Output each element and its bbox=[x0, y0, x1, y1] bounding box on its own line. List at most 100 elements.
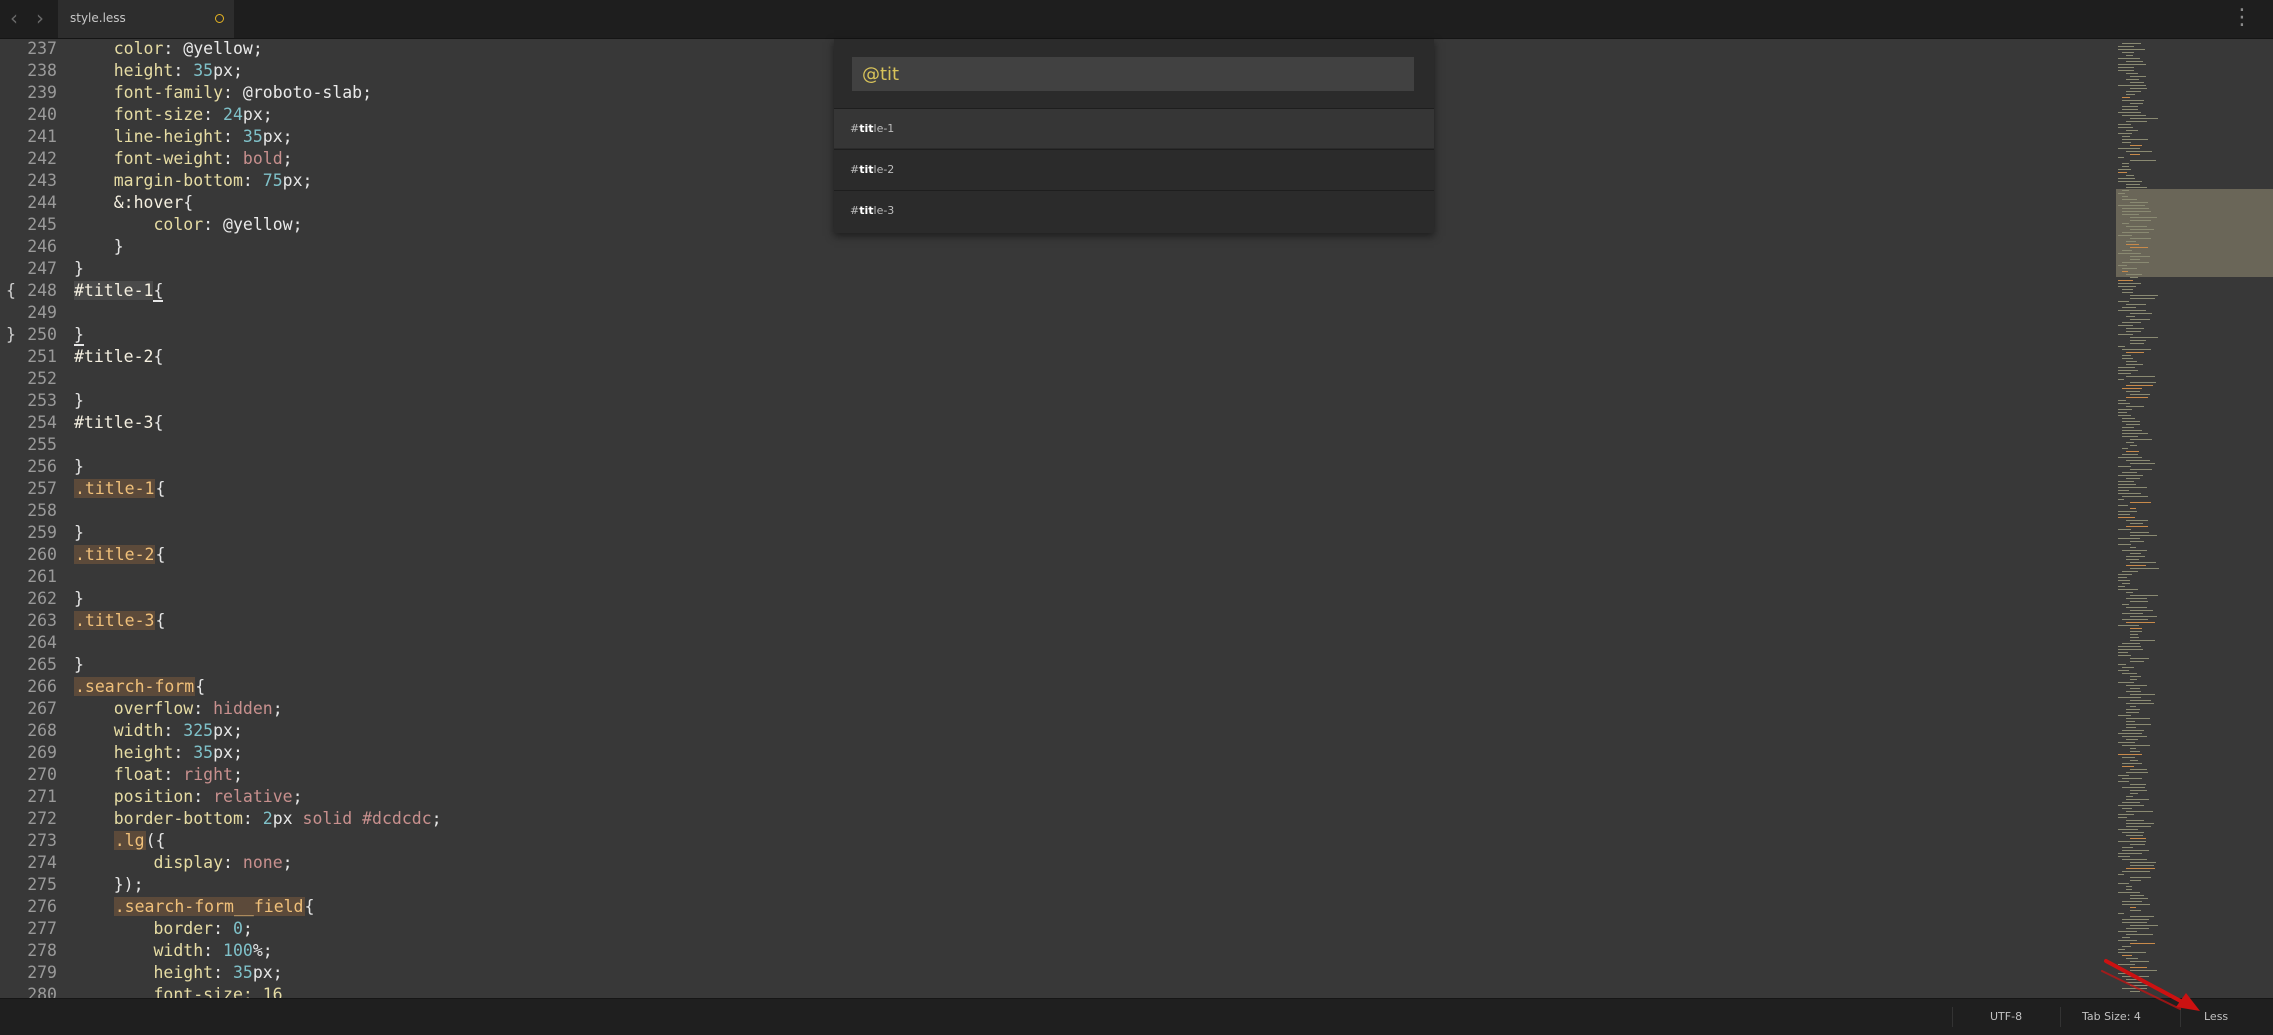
line-number: 269 bbox=[27, 743, 57, 762]
minimap-line bbox=[2118, 655, 2131, 656]
code-text: } bbox=[74, 258, 84, 280]
code-token: width bbox=[113, 721, 164, 740]
minimap-line bbox=[2118, 697, 2141, 698]
minimap-line bbox=[2126, 721, 2135, 722]
code-token: overflow bbox=[113, 699, 194, 718]
minimap-line bbox=[2122, 421, 2140, 422]
code-text: display: none; bbox=[74, 852, 292, 874]
minimap-line bbox=[2122, 550, 2147, 551]
minimap-line bbox=[2126, 889, 2132, 890]
goto-result-1[interactable]: #title-1 bbox=[834, 108, 1434, 148]
minimap-line bbox=[2122, 208, 2149, 209]
minimap-line bbox=[2130, 154, 2140, 155]
result-prefix: # bbox=[850, 204, 860, 217]
minimap-line bbox=[2122, 763, 2142, 764]
minimap-line bbox=[2122, 322, 2141, 323]
minimap-line bbox=[2122, 199, 2137, 200]
line-number: 251 bbox=[27, 347, 57, 366]
minimap-line bbox=[2118, 49, 2145, 50]
minimap-line bbox=[2130, 640, 2155, 641]
minimap-line bbox=[2126, 460, 2150, 461]
minimap-line bbox=[2118, 754, 2142, 755]
minimap-line bbox=[2130, 508, 2136, 509]
minimap-line bbox=[2122, 106, 2138, 107]
code-token: 325 bbox=[183, 721, 214, 740]
minimap-line bbox=[2118, 64, 2146, 65]
minimap-line bbox=[2118, 814, 2134, 815]
code-token: ; bbox=[292, 215, 303, 234]
minimap-line bbox=[2126, 772, 2148, 773]
code-token: { bbox=[155, 479, 166, 498]
code-text: margin-bottom: 75px; bbox=[74, 170, 313, 192]
minimap-line bbox=[2126, 685, 2147, 686]
unsaved-dot-icon[interactable] bbox=[215, 14, 224, 23]
code-token: width bbox=[153, 941, 204, 960]
code-text: font-size: 16 bbox=[74, 984, 282, 998]
minimap-line bbox=[2122, 787, 2145, 788]
code-token: ; bbox=[282, 149, 293, 168]
minimap-line bbox=[2130, 553, 2141, 554]
minimap-line bbox=[2130, 217, 2157, 218]
minimap-line bbox=[2122, 43, 2141, 44]
minimap-line bbox=[2126, 886, 2132, 887]
minimap-line bbox=[2118, 403, 2130, 404]
minimap-line bbox=[2118, 46, 2134, 47]
goto-result-2[interactable]: #title-2 bbox=[834, 149, 1434, 189]
more-vertical-icon[interactable]: ⋮ bbox=[2231, 4, 2253, 32]
minimap-line bbox=[2130, 784, 2146, 785]
minimap-line bbox=[2130, 238, 2151, 239]
minimap-line bbox=[2126, 691, 2141, 692]
minimap-line bbox=[2130, 610, 2153, 611]
minimap-line bbox=[2122, 262, 2149, 263]
code-token: border-bottom bbox=[113, 809, 243, 828]
tab-style-less[interactable]: style.less bbox=[58, 0, 234, 38]
goto-input[interactable] bbox=[852, 57, 1414, 91]
back-arrow-icon[interactable]: ‹ bbox=[4, 6, 24, 30]
minimap-line bbox=[2118, 415, 2131, 416]
minimap-line bbox=[2122, 919, 2149, 920]
code-token: : bbox=[213, 963, 233, 982]
minimap-line bbox=[2126, 151, 2152, 152]
minimap-line bbox=[2122, 271, 2128, 272]
code-token: { bbox=[155, 611, 166, 630]
minimap-line bbox=[2122, 808, 2132, 809]
code-token: float bbox=[113, 765, 164, 784]
minimap-line bbox=[2130, 898, 2148, 899]
minimap-line bbox=[2130, 145, 2142, 146]
line-number: 266 bbox=[27, 677, 57, 696]
minimap-line bbox=[2122, 571, 2138, 572]
code-token: hidden bbox=[213, 699, 273, 718]
code-text: height: 35px; bbox=[74, 60, 243, 82]
minimap-line bbox=[2130, 469, 2152, 470]
minimap-line bbox=[2130, 748, 2136, 749]
minimap-line bbox=[2118, 589, 2138, 590]
minimap-line bbox=[2118, 310, 2146, 311]
minimap-line bbox=[2126, 724, 2151, 725]
minimap-line bbox=[2130, 880, 2141, 881]
code-text: border: 0; bbox=[74, 918, 252, 940]
code-token: .title-3 bbox=[74, 611, 156, 630]
line-number: 280 bbox=[27, 985, 57, 998]
result-match: tit bbox=[859, 122, 874, 135]
minimap-line bbox=[2118, 265, 2127, 266]
code-text: } bbox=[74, 236, 124, 258]
goto-result-3[interactable]: #title-3 bbox=[834, 190, 1434, 230]
code-token: : bbox=[203, 941, 224, 960]
minimap-line bbox=[2118, 325, 2133, 326]
minimap-line bbox=[2126, 316, 2135, 317]
minimap-line bbox=[2118, 301, 2129, 302]
minimap-line bbox=[2122, 115, 2146, 116]
minimap-line bbox=[2122, 307, 2136, 308]
minimap-line bbox=[2118, 475, 2143, 476]
status-encoding[interactable]: UTF-8 bbox=[1990, 999, 2022, 1035]
status-separator bbox=[2060, 1007, 2061, 1027]
minimap-line bbox=[2126, 331, 2141, 332]
minimap[interactable] bbox=[2112, 39, 2273, 998]
forward-arrow-icon[interactable]: › bbox=[30, 6, 50, 30]
minimap-line bbox=[2130, 298, 2155, 299]
minimap-line bbox=[2122, 211, 2151, 212]
line-number: 278 bbox=[27, 941, 57, 960]
